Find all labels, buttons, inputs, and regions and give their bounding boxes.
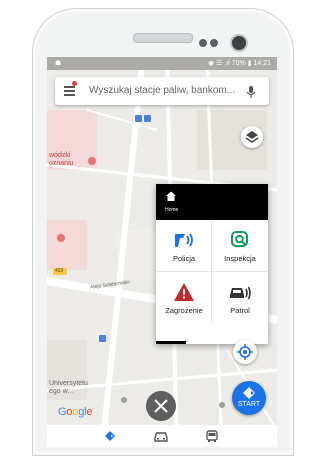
tile-label: Zagrożenie xyxy=(165,306,203,315)
menu-icon[interactable] xyxy=(64,86,75,96)
mic-icon[interactable] xyxy=(245,85,257,99)
search-input[interactable]: Wyszukaj stacje paliw, bankom... xyxy=(89,77,247,105)
status-right-indicators: ◉ ☰ .ıl 70% ▮ 14:21 xyxy=(208,60,271,67)
tile-label: Patrol xyxy=(230,306,250,315)
quick-report-menu: Home Policja Inspekcja Zagrożenie Patrol xyxy=(156,184,268,344)
camera-icon xyxy=(231,231,248,247)
layers-icon xyxy=(245,131,259,143)
start-label: START xyxy=(237,401,261,408)
earpiece xyxy=(133,33,193,43)
tile-label: Policja xyxy=(172,254,196,263)
home-icon xyxy=(166,191,176,201)
status-left-icons: ☗ xyxy=(55,60,62,67)
home-label: Home xyxy=(165,207,179,213)
search-bar[interactable]: Wyszukaj stacje paliw, bankom... xyxy=(55,77,269,105)
proximity-sensor xyxy=(199,39,207,47)
notification-dot xyxy=(72,81,77,86)
tile-patrol[interactable]: Patrol xyxy=(212,272,268,324)
tile-inspekcja[interactable]: Inspekcja xyxy=(212,220,268,272)
warning-icon xyxy=(174,283,194,301)
light-sensor xyxy=(210,39,218,47)
front-camera xyxy=(230,34,248,52)
locate-button[interactable] xyxy=(233,340,257,364)
start-button[interactable]: START xyxy=(232,381,266,415)
close-icon xyxy=(154,399,168,413)
car-patrol-icon xyxy=(230,286,251,300)
car-icon[interactable] xyxy=(153,429,169,443)
menu-accent-bar xyxy=(156,341,186,344)
police-radar-icon xyxy=(175,233,193,247)
route-badge: 433 xyxy=(55,268,64,274)
google-logo: Google xyxy=(58,406,93,418)
navigation-icon[interactable] xyxy=(102,429,118,443)
tile-policja[interactable]: Policja xyxy=(156,220,212,272)
tile-label: Inspekcja xyxy=(224,254,256,263)
tile-zagrozenie[interactable]: Zagrożenie xyxy=(156,272,212,324)
status-bar: ☗ ◉ ☰ .ıl 70% ▮ 14:21 xyxy=(47,57,277,70)
layers-button[interactable] xyxy=(241,126,263,148)
close-button[interactable] xyxy=(146,391,176,421)
bus-icon[interactable] xyxy=(204,429,220,443)
map-place-label: wódzki oznaniu xyxy=(49,152,74,167)
navigation-arrow-icon xyxy=(243,387,255,399)
map-place-label: Universytetu ego w... xyxy=(49,380,88,395)
menu-header[interactable]: Home xyxy=(156,184,268,220)
app-screen: wódzki oznaniu Universytetu ego w... 433 A… xyxy=(47,57,277,447)
bottom-navigation xyxy=(47,425,277,447)
crosshair-icon xyxy=(237,344,253,360)
